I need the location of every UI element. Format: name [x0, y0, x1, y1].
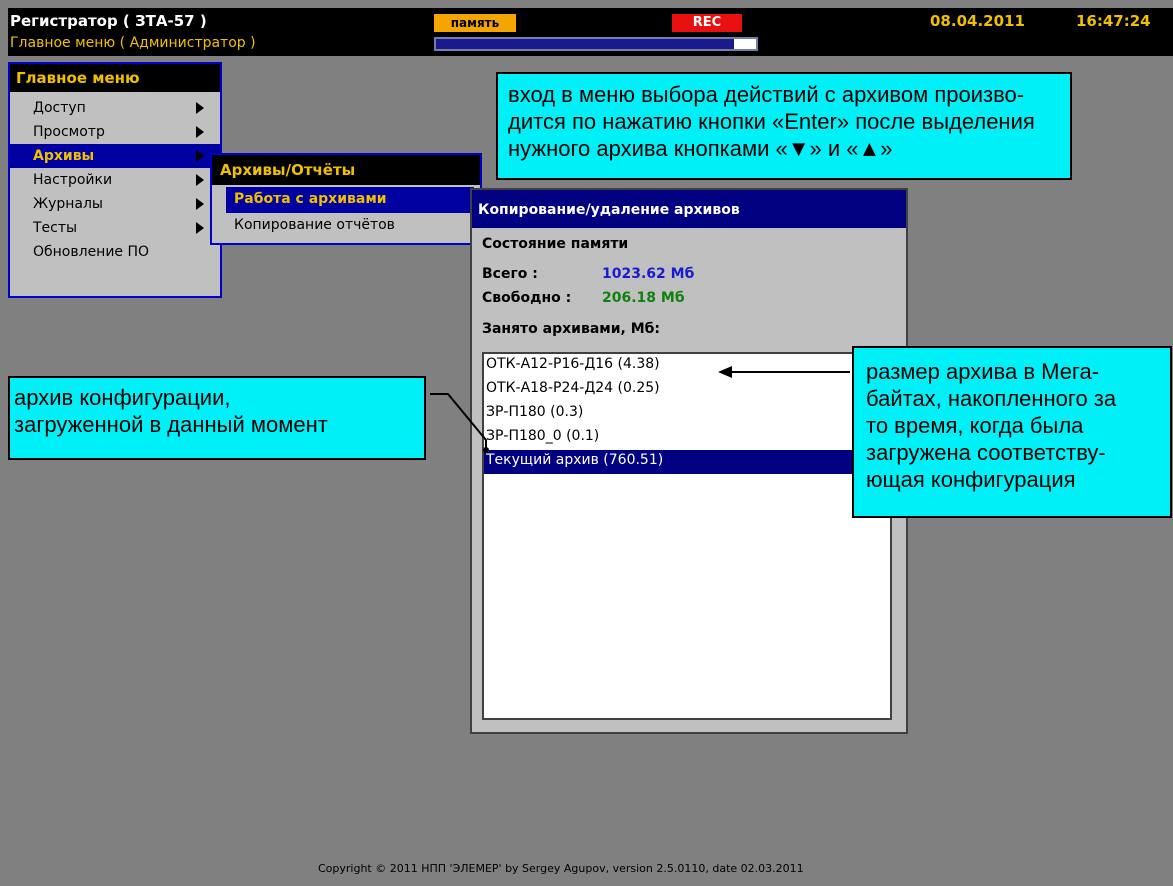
- callout-text: ющая конфигурация: [866, 467, 1076, 492]
- callout-text: нужного архива кнопками «▼» и «▲»: [508, 136, 893, 161]
- list-item[interactable]: ОТК-А12-Р16-Д16 (4.38): [484, 354, 890, 378]
- menu-item-logs[interactable]: Журналы: [10, 192, 220, 216]
- chevron-right-icon: [196, 126, 204, 138]
- main-menu: Главное меню Доступ Просмотр Архивы Наст…: [8, 62, 222, 298]
- callout-text: загружена соответству-: [866, 440, 1106, 465]
- total-value: 1023.62 Мб: [602, 266, 695, 282]
- callout-archive-size: размер архива в Мега- байтах, накопленно…: [852, 346, 1172, 518]
- callout-text: дится по нажатию кнопки «Enter» после вы…: [508, 109, 1035, 134]
- menu-item-label: Обновление ПО: [33, 244, 150, 260]
- time-display: 16:47:24: [1076, 12, 1151, 30]
- callout-text: загруженной в данный момент: [14, 412, 328, 437]
- callout-enter-hint: вход в меню выбора действий с архивом пр…: [496, 72, 1072, 180]
- list-item[interactable]: ОТК-А18-Р24-Д24 (0.25): [484, 378, 890, 402]
- menu-item-access[interactable]: Доступ: [10, 96, 220, 120]
- memory-badge: память: [434, 14, 516, 32]
- callout-text: вход в меню выбора действий с архивом пр…: [508, 82, 1025, 107]
- chevron-right-icon: [196, 174, 204, 186]
- memory-progress-bar: [434, 37, 758, 51]
- menu-item-label: Архивы: [33, 148, 95, 164]
- menu-item-tests[interactable]: Тесты: [10, 216, 220, 240]
- total-label: Всего :: [482, 266, 538, 282]
- free-label: Свободно :: [482, 290, 572, 306]
- list-item-selected[interactable]: Текущий архив (760.51): [484, 450, 890, 474]
- chevron-right-icon: [196, 150, 204, 162]
- memory-status-header: Состояние памяти: [482, 236, 629, 252]
- submenu-item-work-with-archives[interactable]: Работа с архивами: [226, 187, 474, 213]
- free-value: 206.18 Мб: [602, 290, 685, 306]
- list-item[interactable]: ЗР-П180_0 (0.1): [484, 426, 890, 450]
- chevron-right-icon: [196, 198, 204, 210]
- menu-item-archives[interactable]: Архивы: [10, 144, 220, 168]
- submenu-item-copy-reports[interactable]: Копирование отчётов: [212, 213, 480, 239]
- menu-item-settings[interactable]: Настройки: [10, 168, 220, 192]
- breadcrumb: Главное меню ( Администратор ): [10, 35, 256, 51]
- menu-item-label: Журналы: [33, 196, 103, 212]
- chevron-right-icon: [196, 222, 204, 234]
- menu-item-label: Тесты: [33, 220, 78, 236]
- menu-item-label: Просмотр: [33, 124, 105, 140]
- callout-text: байтах, накопленного за: [866, 386, 1117, 411]
- submenu-title: Архивы/Отчёты: [212, 155, 480, 185]
- callout-text: размер архива в Мега-: [866, 359, 1100, 384]
- chevron-right-icon: [196, 102, 204, 114]
- callout-config-archive: архив конфигурации, загруженной в данный…: [8, 376, 426, 460]
- app-title: Регистратор ( ЗТА-57 ): [10, 12, 207, 30]
- list-item[interactable]: ЗР-П180 (0.3): [484, 402, 890, 426]
- archive-list[interactable]: ОТК-А12-Р16-Д16 (4.38) ОТК-А18-Р24-Д24 (…: [482, 352, 892, 720]
- status-bar: Регистратор ( ЗТА-57 ) Главное меню ( Ад…: [8, 8, 1173, 56]
- menu-item-update[interactable]: Обновление ПО: [10, 240, 220, 264]
- copyright-footer: Copyright © 2011 НПП 'ЭЛЕМЕР' by Sergey …: [318, 862, 804, 875]
- menu-item-label: Настройки: [33, 172, 113, 188]
- main-menu-title: Главное меню: [10, 64, 220, 92]
- memory-progress-fill: [436, 39, 734, 49]
- dialog-title: Копирование/удаление архивов: [472, 190, 906, 228]
- archives-submenu: Архивы/Отчёты Работа с архивами Копирова…: [210, 153, 482, 245]
- menu-item-label: Доступ: [33, 100, 86, 116]
- menu-item-view[interactable]: Просмотр: [10, 120, 220, 144]
- occupied-label: Занято архивами, Мб:: [482, 321, 661, 337]
- rec-badge: REC: [672, 14, 742, 32]
- date-display: 08.04.2011: [930, 12, 1025, 30]
- callout-text: то время, когда была: [866, 413, 1084, 438]
- callout-text: архив конфигурации,: [14, 385, 231, 410]
- copy-delete-archives-dialog: Копирование/удаление архивов Состояние п…: [470, 188, 908, 734]
